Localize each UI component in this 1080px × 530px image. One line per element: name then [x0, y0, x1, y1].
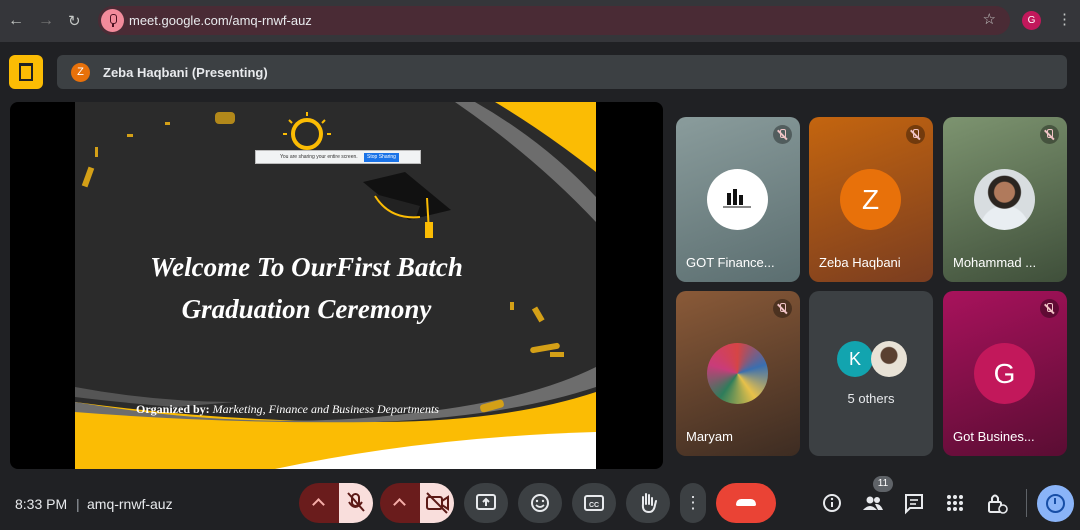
reload-icon[interactable]: ↻	[68, 12, 81, 30]
host-controls-icon[interactable]	[984, 491, 1008, 515]
participant-name: Mohammad ...	[953, 255, 1037, 270]
meeting-details-icon[interactable]	[820, 491, 844, 515]
presenter-label: Zeba Haqbani (Presenting)	[103, 65, 268, 80]
browser-toolbar: ← → ↻ meet.google.com/amq-rnwf-auz ☆ G ⋮	[0, 0, 1080, 42]
raise-hand-button[interactable]	[626, 483, 670, 523]
participant-tile[interactable]: Maryam	[676, 291, 800, 456]
activities-icon[interactable]	[943, 491, 967, 515]
others-label: 5 others	[847, 391, 895, 406]
timer-icon[interactable]	[1037, 485, 1074, 522]
url-text: meet.google.com/amq-rnwf-auz	[129, 13, 312, 28]
meeting-clock: 8:33 PM	[15, 496, 68, 512]
chat-icon[interactable]	[902, 491, 926, 515]
camera-off-button[interactable]	[420, 483, 454, 523]
others-photo	[871, 341, 907, 377]
meet-app-icon[interactable]	[9, 55, 43, 89]
share-notice-text: You are sharing your entire screen.	[280, 154, 358, 160]
audio-options-chevron-icon[interactable]	[299, 483, 339, 523]
participant-photo	[707, 343, 768, 404]
participant-tile[interactable]: Mohammad ...	[943, 117, 1067, 282]
participant-tile[interactable]: G Got Busines...	[943, 291, 1067, 456]
captions-button[interactable]: CC	[572, 483, 616, 523]
address-bar[interactable]: meet.google.com/amq-rnwf-auz ☆	[98, 6, 1010, 35]
present-screen-icon	[476, 494, 496, 510]
reactions-button[interactable]	[518, 483, 562, 523]
muted-mic-icon	[1040, 299, 1059, 318]
people-icon[interactable]	[861, 491, 885, 515]
microphone-in-use-icon[interactable]	[101, 9, 124, 32]
others-avatar: K	[837, 341, 873, 377]
browser-menu-icon[interactable]: ⋮	[1057, 10, 1072, 28]
camera-off-icon	[426, 492, 449, 514]
meeting-code[interactable]: amq-rnwf-auz	[87, 496, 173, 512]
captions-icon: CC	[584, 495, 604, 511]
video-options-chevron-icon[interactable]	[380, 483, 420, 523]
presentation-stage[interactable]: You are sharing your entire screen. Stop…	[10, 102, 663, 469]
people-count-badge: 11	[873, 476, 893, 492]
slide-title-line1: Welcome To OurFirst Batch	[150, 252, 463, 282]
organized-by-value: Marketing, Finance and Business Departme…	[212, 402, 439, 416]
profile-avatar[interactable]: G	[1022, 11, 1041, 30]
present-screen-button[interactable]	[464, 483, 508, 523]
emoji-icon	[531, 494, 549, 512]
more-vert-icon: ⋮	[684, 493, 702, 512]
others-tile[interactable]: K 5 others	[809, 291, 933, 456]
participant-name: Maryam	[686, 429, 733, 444]
separator: |	[76, 496, 80, 512]
presenting-banner: Z Zeba Haqbani (Presenting)	[57, 55, 1067, 89]
screen-share-notice: You are sharing your entire screen. Stop…	[255, 150, 421, 164]
got-finance-logo	[707, 169, 768, 230]
participant-tile[interactable]: Z Zeba Haqbani	[809, 117, 933, 282]
raise-hand-icon	[641, 493, 657, 514]
microphone-off-button[interactable]	[339, 483, 373, 523]
slide-title-line2: Graduation Ceremony	[181, 294, 432, 324]
muted-mic-icon	[906, 125, 925, 144]
forward-arrow-icon[interactable]: →	[38, 12, 54, 30]
participant-name: GOT Finance...	[686, 255, 775, 270]
shared-slide: You are sharing your entire screen. Stop…	[75, 102, 596, 469]
muted-mic-icon	[1040, 125, 1059, 144]
participant-name: Got Busines...	[953, 429, 1035, 444]
mic-off-icon	[347, 492, 365, 512]
muted-mic-icon	[773, 125, 792, 144]
back-arrow-icon[interactable]: ←	[8, 12, 24, 30]
participant-name: Zeba Haqbani	[819, 255, 901, 270]
more-options-button[interactable]: ⋮	[680, 483, 706, 523]
toolbar-divider	[1026, 489, 1027, 517]
leave-call-button[interactable]	[716, 483, 776, 523]
slide-organizers: Organized by: Marketing, Finance and Bus…	[136, 402, 439, 417]
participant-tile[interactable]: GOT Finance...	[676, 117, 800, 282]
participant-avatar: Z	[840, 169, 901, 230]
organized-by-label: Organized by:	[136, 402, 210, 416]
muted-mic-icon	[773, 299, 792, 318]
stop-sharing-button: Stop Sharing	[364, 153, 399, 162]
presenter-avatar: Z	[71, 63, 90, 82]
bookmark-star-icon[interactable]: ☆	[983, 10, 996, 28]
svg-text:CC: CC	[589, 502, 599, 509]
participant-avatar: G	[974, 343, 1035, 404]
participant-photo	[974, 169, 1035, 230]
